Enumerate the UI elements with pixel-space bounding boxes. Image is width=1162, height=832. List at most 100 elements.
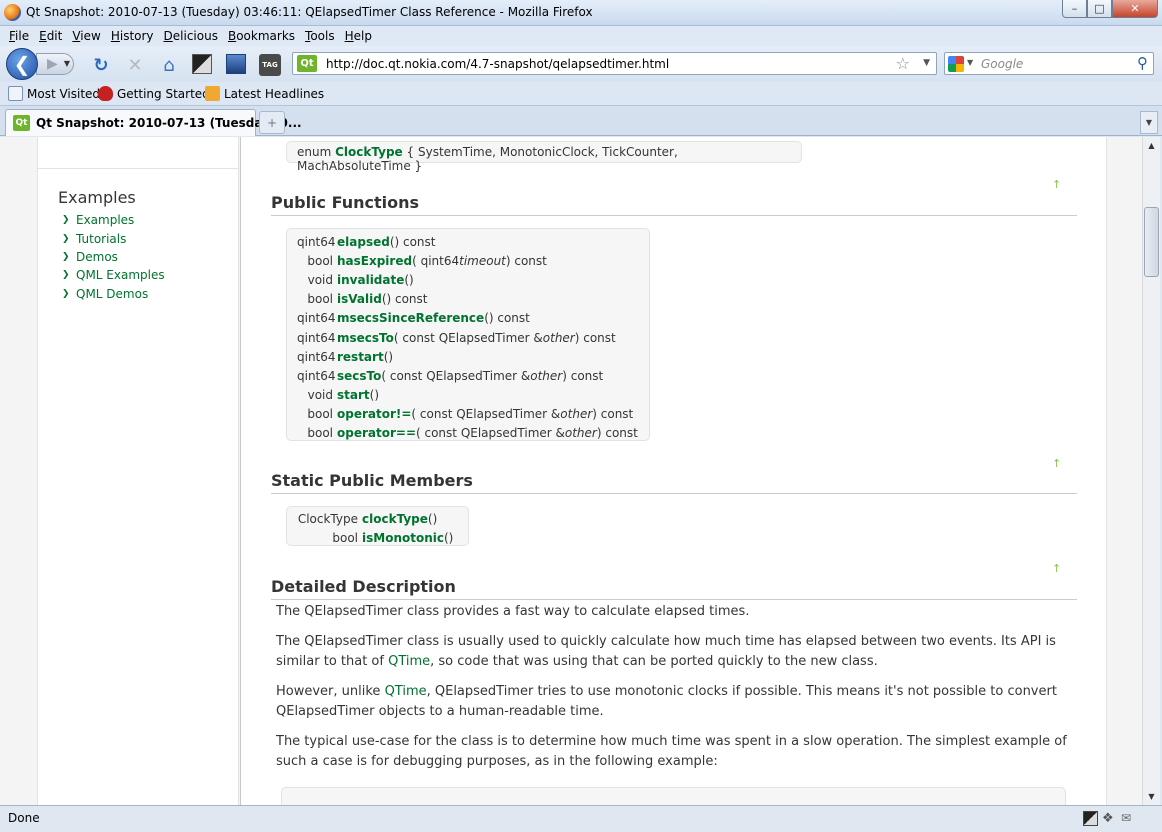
history-dropdown-icon[interactable]: ▼ [64,54,70,74]
sidebar-item-qml-examples[interactable]: ❯ QML Examples [62,266,165,284]
scrollbar-thumb[interactable] [1144,207,1159,277]
search-bar[interactable]: ▼ Google ⚲ [944,52,1154,75]
function-row: bool operator!= ( const QElapsedTimer & o… [297,405,639,424]
section-heading-public-functions: Public Functions [271,193,1077,216]
new-tab-button[interactable]: + [259,111,285,134]
bookmark-latest-headlines[interactable]: Latest Headlines [205,86,324,101]
up-arrow-icon[interactable]: ↑ [1052,562,1061,575]
function-args: ) const [592,407,634,422]
function-row: qint64 msecsTo ( const QElapsedTimer & ot… [297,328,639,347]
qtime-link[interactable]: QTime [388,654,430,669]
function-row: qint64 elapsed () const [297,232,639,251]
function-link[interactable]: isValid [337,292,382,306]
function-args: () const [484,311,530,326]
return-type: qint64 [297,368,336,383]
minimize-button[interactable]: – [1062,0,1087,18]
return-type: bool [307,292,333,307]
return-type: qint64 [297,311,336,326]
navigation-toolbar: ▶ ▼ ❮ ↻ ✕ ⌂ TAG Qt http://doc.qt.nokia.co… [0,46,1162,82]
delicious-icon[interactable] [192,54,212,74]
scroll-up-icon[interactable]: ▲ [1143,137,1160,154]
sidebar-link[interactable]: Examples [76,213,134,227]
menu-help[interactable]: Help [340,26,377,46]
function-link[interactable]: elapsed [337,235,390,249]
sidebar-item-examples[interactable]: ❯ Examples [62,211,165,229]
function-link[interactable]: hasExpired [337,254,412,268]
url-text[interactable]: http://doc.qt.nokia.com/4.7-snapshot/qel… [326,57,669,71]
bookmark-page-icon[interactable] [226,54,246,74]
function-link[interactable]: msecsTo [337,331,394,345]
function-link[interactable]: isMonotonic [362,531,444,545]
list-all-tabs-button[interactable]: ▼ [1140,111,1158,134]
maximize-button[interactable]: □ [1087,0,1112,18]
mail-icon[interactable]: ✉ [1121,811,1136,826]
firefox-bookmark-icon [98,86,113,101]
puzzle-icon[interactable]: ❖ [1102,811,1117,826]
url-dropdown-icon[interactable]: ▼ [923,58,930,68]
function-link[interactable]: restart [337,350,384,364]
function-link[interactable]: invalidate [337,273,404,287]
bookmark-star-icon[interactable]: ☆ [896,54,910,73]
reload-icon[interactable]: ↻ [90,54,112,76]
scroll-down-icon[interactable]: ▼ [1143,788,1160,805]
function-args: ( const QElapsedTimer & [416,426,565,441]
menu-edit[interactable]: Edit [34,26,67,46]
function-args: ) const [574,330,616,345]
static-members-list: ClockType clockType () bool isMonotonic () [286,506,469,546]
menu-view[interactable]: View [67,26,105,46]
return-type: ClockType [297,511,358,526]
function-link[interactable]: operator== [337,426,416,440]
bookmark-most-visited[interactable]: Most Visited [8,86,100,101]
menu-delicious[interactable]: Delicious [159,26,223,46]
sidebar-link[interactable]: QML Demos [76,287,148,301]
function-link[interactable]: clockType [362,512,428,526]
bookmark-getting-started[interactable]: Getting Started [98,86,210,101]
google-icon[interactable] [948,56,964,72]
search-input[interactable]: Google [981,57,1023,71]
tab-favicon-icon: Qt [13,115,30,131]
function-link[interactable]: secsTo [337,369,381,383]
parameter-name: other [560,407,593,422]
up-arrow-icon[interactable]: ↑ [1052,457,1061,470]
tag-icon[interactable]: TAG [259,54,281,76]
function-link[interactable]: start [337,388,370,402]
paragraph-text: However, unlike [276,684,385,699]
function-link[interactable]: operator!= [337,407,411,421]
parameter-name: other [564,426,597,441]
parameter-name: other [542,330,575,345]
home-icon[interactable]: ⌂ [158,54,180,76]
tab-qelapsedtimer[interactable]: Qt Qt Snapshot: 2010-07-13 (Tuesday) 0..… [5,109,302,136]
function-args: () [427,511,438,526]
menu-tools[interactable]: Tools [300,26,340,46]
sidebar-link[interactable]: Tutorials [76,232,126,246]
sidebar-list: ❯ Examples ❯ Tutorials ❯ Demos ❯ QML Example… [62,211,165,303]
function-row: bool isValid () const [297,290,639,309]
vertical-scrollbar[interactable]: ▲ ▼ [1142,137,1160,805]
search-icon[interactable]: ⚲ [1137,54,1148,72]
section-heading-detailed-description: Detailed Description [271,577,1077,600]
sidebar-link[interactable]: Demos [76,250,118,264]
site-favicon-icon[interactable]: Qt [297,55,317,72]
close-button[interactable]: ✕ [1112,0,1158,18]
back-button[interactable]: ❮ [6,48,38,80]
function-link[interactable]: msecsSinceReference [337,311,484,325]
menu-file[interactable]: File [4,26,34,46]
sidebar-link[interactable]: QML Examples [76,268,165,282]
url-bar[interactable]: Qt http://doc.qt.nokia.com/4.7-snapshot/… [292,52,937,75]
search-engine-dropdown-icon[interactable]: ▼ [967,58,973,67]
sidebar-item-qml-demos[interactable]: ❯ QML Demos [62,285,165,303]
sidebar-item-demos[interactable]: ❯ Demos [62,248,165,266]
delicious-status-icon[interactable] [1083,811,1098,826]
menu-bookmarks[interactable]: Bookmarks [223,26,300,46]
menu-history[interactable]: History [106,26,159,46]
stop-icon[interactable]: ✕ [124,54,146,76]
up-arrow-icon[interactable]: ↑ [1052,178,1061,191]
firefox-icon[interactable] [4,4,21,21]
chevron-right-icon: ❯ [62,233,70,244]
enum-name-link[interactable]: ClockType [335,145,403,159]
qtime-link[interactable]: QTime [385,684,427,699]
function-args: () [383,349,394,364]
sidebar-item-tutorials[interactable]: ❯ Tutorials [62,229,165,247]
forward-button[interactable]: ▶ ▼ [36,53,74,75]
tab-bar: Qt Qt Snapshot: 2010-07-13 (Tuesday) 0..… [0,106,1162,136]
